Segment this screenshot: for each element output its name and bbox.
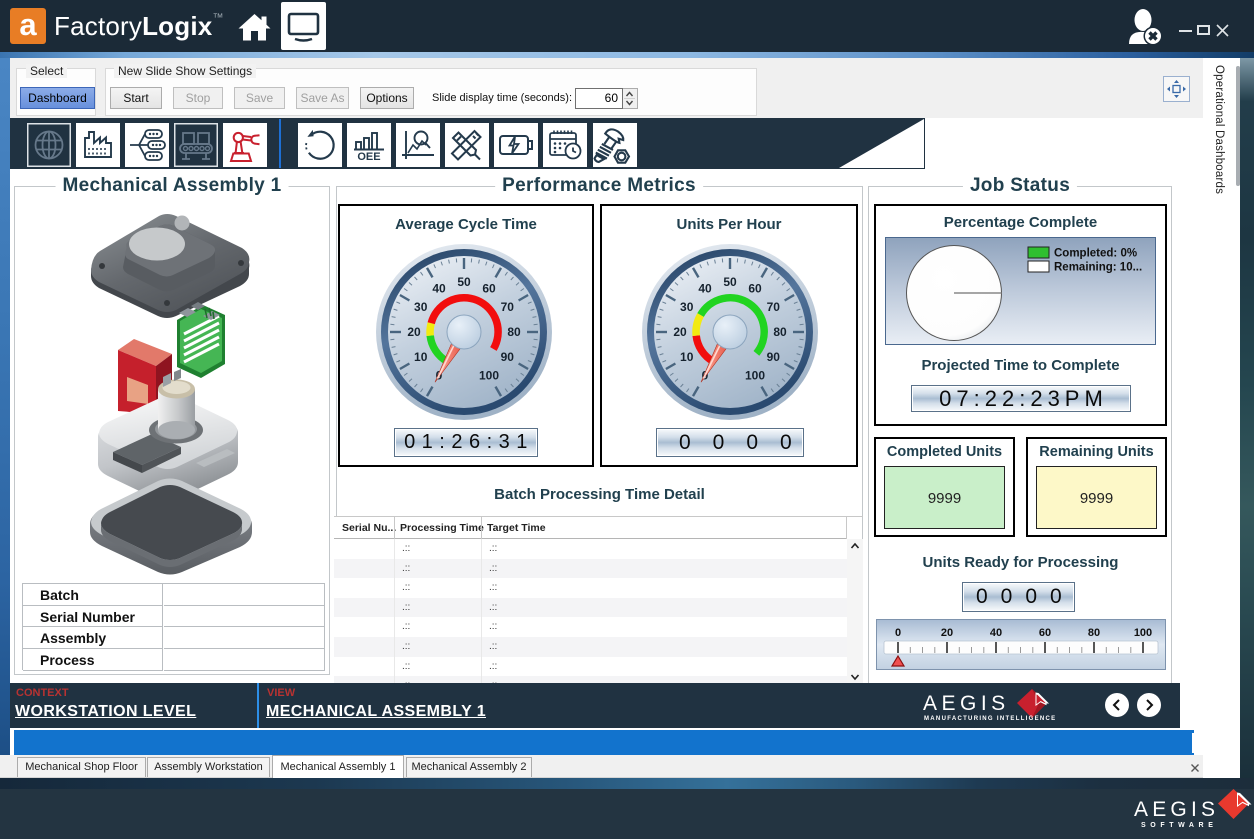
- svg-text:0: 0: [895, 627, 901, 639]
- svg-text:100: 100: [479, 368, 499, 382]
- svg-text:Completed: 0%: Completed: 0%: [1054, 248, 1137, 260]
- svg-text:50: 50: [457, 275, 471, 289]
- svg-text:60: 60: [1039, 627, 1051, 639]
- svg-text:90: 90: [501, 350, 515, 364]
- svg-text:30: 30: [414, 300, 428, 314]
- svg-text:80: 80: [507, 325, 521, 339]
- svg-text:70: 70: [501, 300, 515, 314]
- svg-text:10: 10: [414, 350, 428, 364]
- svg-text:80: 80: [1088, 627, 1100, 639]
- svg-text:100: 100: [1134, 627, 1152, 639]
- svg-text:20: 20: [407, 325, 421, 339]
- svg-text:60: 60: [482, 282, 496, 296]
- svg-text:OEE: OEE: [357, 151, 380, 163]
- svg-text:Remaining: 10...: Remaining: 10...: [1054, 262, 1142, 274]
- svg-text:40: 40: [432, 282, 446, 296]
- svg-text:20: 20: [941, 627, 953, 639]
- svg-text:40: 40: [990, 627, 1002, 639]
